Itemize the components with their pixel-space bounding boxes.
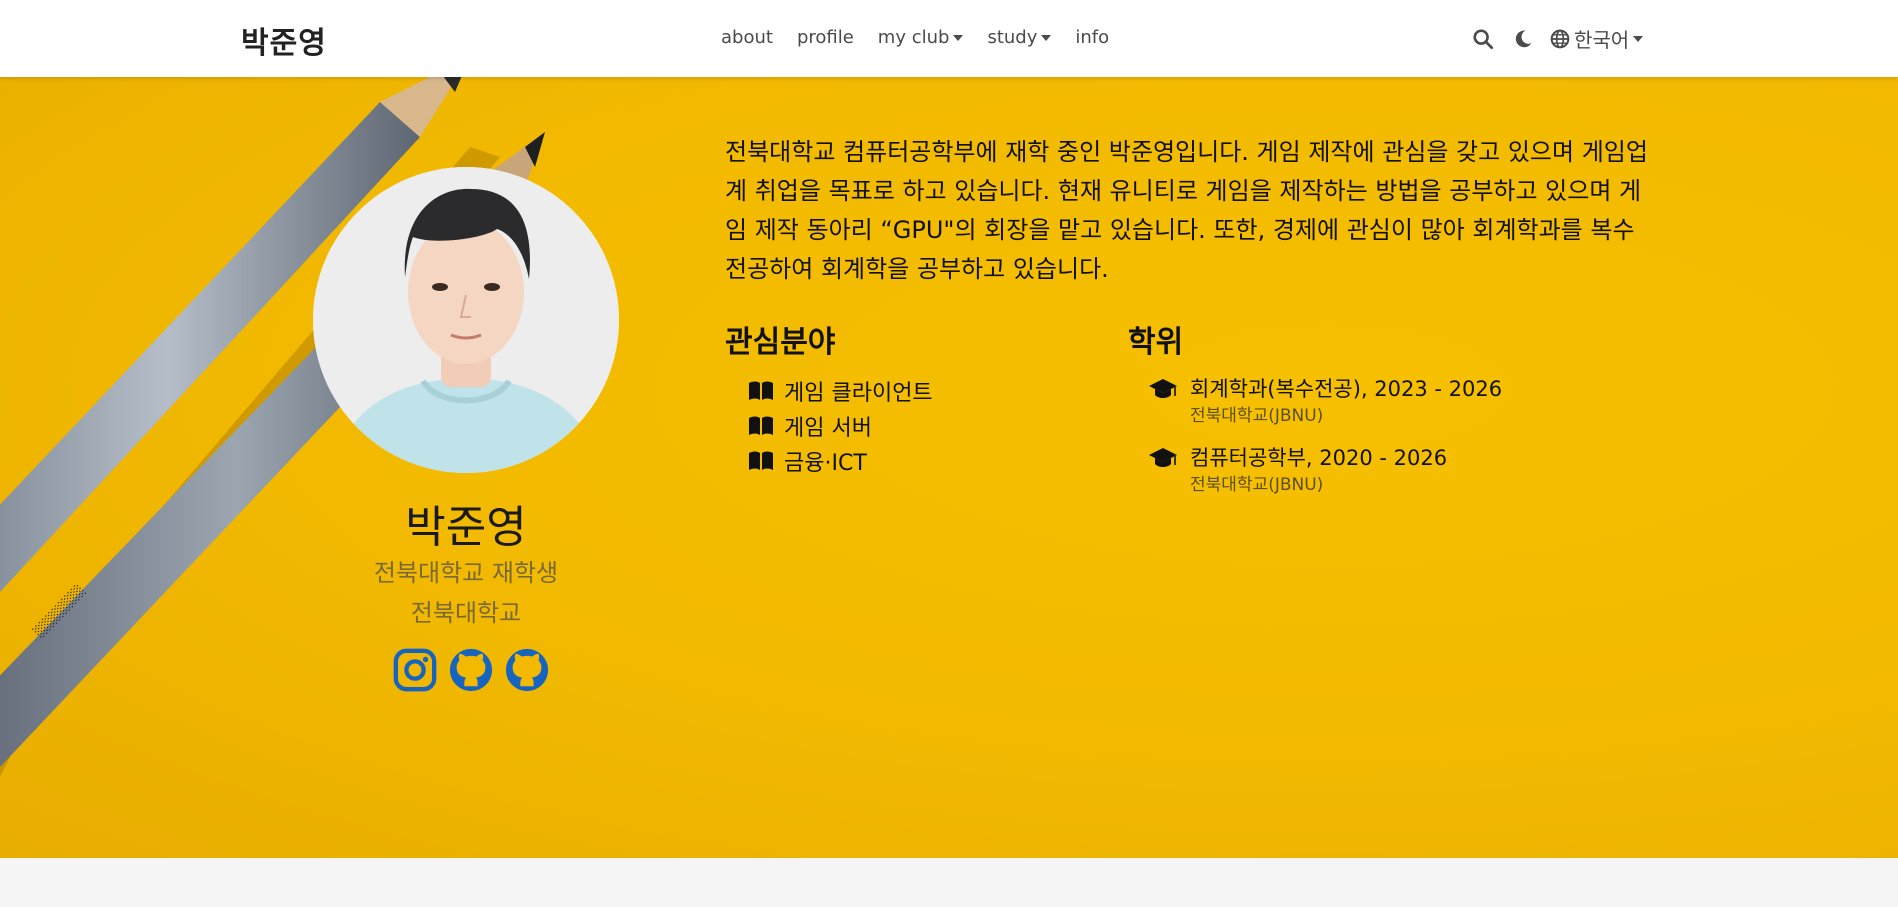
site-brand[interactable]: 박준영 bbox=[241, 18, 327, 62]
search-button[interactable] bbox=[1470, 25, 1496, 53]
book-icon bbox=[749, 451, 773, 470]
list-item: 컴퓨터공학부, 2020 - 2026 전북대학교(JBNU) bbox=[1148, 444, 1502, 513]
book-icon bbox=[749, 381, 773, 400]
moon-icon bbox=[1515, 30, 1532, 47]
education-institution: 전북대학교(JBNU) bbox=[1190, 475, 1324, 495]
profile-name: 박준영 bbox=[405, 502, 527, 553]
navbar: 박준영 about profile my club study info 한국어 bbox=[0, 0, 1898, 77]
search-icon bbox=[1473, 28, 1494, 49]
education-course: 컴퓨터공학부, 2020 - 2026 bbox=[1190, 446, 1448, 470]
interests-title: 관심분야 bbox=[725, 325, 836, 360]
caret-down-icon bbox=[953, 34, 964, 41]
nav-link-label: study bbox=[987, 27, 1038, 48]
social-links bbox=[392, 647, 550, 693]
github-icon[interactable] bbox=[448, 647, 494, 693]
nav-link-info[interactable]: info bbox=[1075, 27, 1109, 48]
graduation-cap-icon bbox=[1149, 448, 1177, 467]
nav-link-label: my club bbox=[877, 27, 950, 48]
caret-down-icon bbox=[1633, 35, 1644, 42]
nav-link-profile[interactable]: profile bbox=[797, 27, 854, 48]
page-footer-band bbox=[0, 858, 1898, 907]
instagram-icon[interactable] bbox=[392, 647, 438, 693]
nav-dropdown-my-club[interactable]: my club bbox=[878, 27, 964, 48]
interest-label: 게임 서버 bbox=[784, 415, 872, 441]
caret-down-icon bbox=[1041, 34, 1052, 41]
book-icon bbox=[749, 416, 773, 435]
language-label: 한국어 bbox=[1574, 28, 1630, 52]
nav-tools: 한국어 bbox=[1470, 24, 1644, 53]
github-icon[interactable] bbox=[504, 647, 550, 693]
interest-label: 금융·ICT bbox=[784, 450, 867, 476]
interests-list: 게임 클라이언트 게임 서버 금융·ICT bbox=[748, 373, 933, 478]
nav-link-label: profile bbox=[796, 27, 854, 48]
nav-link-about[interactable]: about bbox=[721, 27, 773, 48]
hero-section: ░░░░░░░ 박준영 전북대학교 재학생 전북대학교 전북대학교 컴퓨터공학부… bbox=[0, 77, 1898, 858]
graduation-cap-icon bbox=[1149, 379, 1177, 398]
education-list: 회계학과(복수전공), 2023 - 2026 전북대학교(JBNU) 컴퓨터공… bbox=[1148, 375, 1502, 513]
list-item: 회계학과(복수전공), 2023 - 2026 전북대학교(JBNU) bbox=[1148, 375, 1502, 444]
theme-toggle-button[interactable] bbox=[1510, 25, 1536, 53]
nav-dropdown-study[interactable]: study bbox=[987, 27, 1052, 48]
nav-links: about profile my club study info bbox=[721, 27, 1133, 48]
avatar-photo bbox=[313, 167, 619, 473]
globe-icon bbox=[1550, 29, 1570, 48]
nav-link-label: info bbox=[1075, 27, 1110, 48]
nav-link-label: about bbox=[721, 27, 773, 48]
profile-role: 전북대학교 재학생 bbox=[373, 559, 559, 587]
education-course: 회계학과(복수전공), 2023 - 2026 bbox=[1190, 377, 1503, 401]
profile-avatar bbox=[313, 167, 619, 473]
bio-text: 전북대학교 컴퓨터공학부에 재학 중인 박준영입니다. 게임 제작에 관심을 갖… bbox=[725, 138, 1648, 283]
education-title: 학위 bbox=[1128, 325, 1184, 360]
profile-organization: 전북대학교 bbox=[410, 599, 522, 627]
list-item: 게임 서버 bbox=[748, 408, 933, 443]
list-item: 금융·ICT bbox=[748, 443, 933, 478]
education-institution: 전북대학교(JBNU) bbox=[1190, 406, 1324, 426]
language-dropdown[interactable]: 한국어 bbox=[1550, 24, 1644, 53]
interest-label: 게임 클라이언트 bbox=[784, 380, 933, 406]
list-item: 게임 클라이언트 bbox=[748, 373, 933, 408]
